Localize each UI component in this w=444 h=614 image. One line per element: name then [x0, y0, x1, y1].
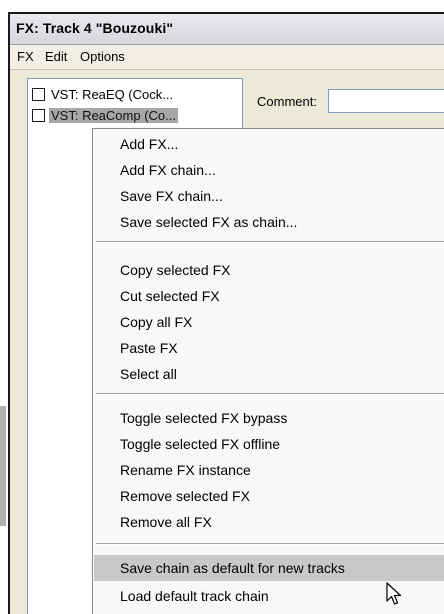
fx-enable-checkbox[interactable]: [32, 109, 45, 122]
menu-item-copy-all[interactable]: Copy all FX: [94, 309, 444, 335]
menu-separator: [96, 241, 444, 243]
desktop-background: [0, 406, 6, 526]
menu-item-select-all[interactable]: Select all: [94, 361, 444, 387]
comment-field[interactable]: [328, 89, 444, 113]
screen: FX: Track 4 "Bouzouki" FX Edit Options V…: [0, 0, 444, 614]
menu-item-remove-all[interactable]: Remove all FX: [94, 509, 444, 535]
menu-item-add-fx-chain[interactable]: Add FX chain...: [94, 157, 444, 183]
menu-item-copy-selected[interactable]: Copy selected FX: [94, 257, 444, 283]
menu-edit[interactable]: Edit: [42, 49, 70, 64]
menu-fx[interactable]: FX: [14, 49, 37, 64]
menu-options[interactable]: Options: [77, 49, 128, 64]
fx-list-item-selected[interactable]: VST: ReaComp (Co...: [31, 107, 237, 127]
menu-item-save-fx-chain[interactable]: Save FX chain...: [94, 183, 444, 209]
menu-item-cut-selected[interactable]: Cut selected FX: [94, 283, 444, 309]
fx-item-label: VST: ReaComp (Co...: [49, 108, 178, 123]
menu-bar: FX Edit Options: [10, 45, 444, 70]
menu-item-toggle-offline[interactable]: Toggle selected FX offline: [94, 431, 444, 457]
menu-item-remove-selected[interactable]: Remove selected FX: [94, 483, 444, 509]
mouse-pointer-icon: [386, 582, 402, 605]
menu-item-rename-fx[interactable]: Rename FX instance: [94, 457, 444, 483]
menu-separator: [96, 393, 444, 395]
window-title: FX: Track 4 "Bouzouki": [16, 20, 174, 36]
fx-list-item[interactable]: VST: ReaEQ (Cock...: [31, 86, 237, 106]
fx-context-menu: Add FX... Add FX chain... Save FX chain.…: [92, 128, 444, 614]
menu-item-paste[interactable]: Paste FX: [94, 335, 444, 361]
menu-item-add-fx[interactable]: Add FX...: [94, 131, 444, 157]
menu-separator: [96, 543, 444, 545]
fx-enable-checkbox[interactable]: [32, 88, 45, 101]
menu-item-toggle-bypass[interactable]: Toggle selected FX bypass: [94, 405, 444, 431]
menu-item-save-default-chain[interactable]: Save chain as default for new tracks: [94, 555, 444, 581]
comment-label: Comment:: [257, 94, 317, 109]
menu-item-save-selected-as-chain[interactable]: Save selected FX as chain...: [94, 209, 444, 235]
title-bar[interactable]: FX: Track 4 "Bouzouki": [10, 14, 444, 45]
fx-item-label: VST: ReaEQ (Cock...: [51, 87, 174, 102]
